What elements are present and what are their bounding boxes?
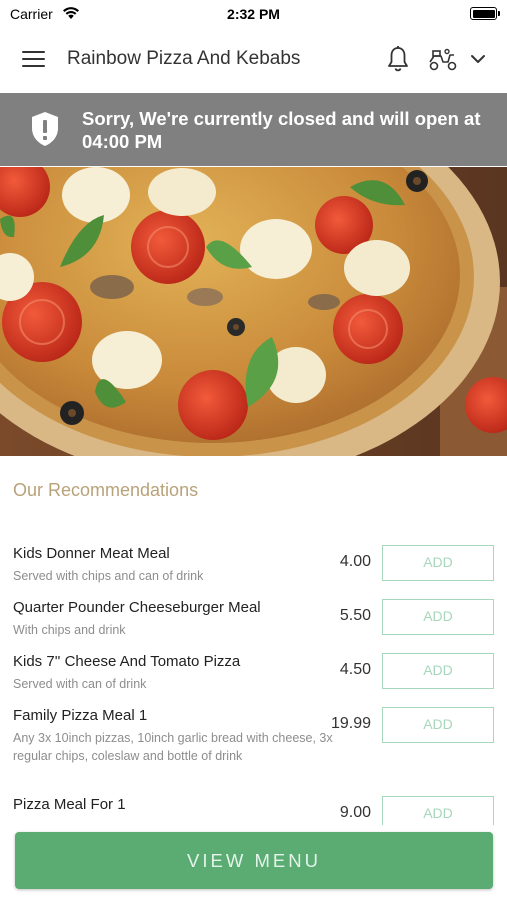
shield-exclamation-icon xyxy=(32,112,58,146)
add-button[interactable]: ADD xyxy=(382,796,494,825)
hero-pizza-image xyxy=(0,167,507,456)
view-menu-button[interactable]: VIEW MENU xyxy=(15,832,493,889)
item-name: Kids Donner Meat Meal xyxy=(13,545,170,562)
pizza-illustration xyxy=(0,167,507,456)
delivery-scooter-icon[interactable] xyxy=(428,48,458,72)
hamburger-menu-icon[interactable] xyxy=(22,51,45,69)
item-description: Served with chips and can of drink xyxy=(13,569,204,583)
battery-icon xyxy=(470,7,500,20)
clock: 2:32 PM xyxy=(227,6,280,22)
item-price: 19.99 xyxy=(330,715,371,732)
item-name: Quarter Pounder Cheeseburger Meal xyxy=(13,599,261,616)
add-button[interactable]: ADD xyxy=(382,599,494,635)
closed-message: Sorry, We're currently closed and will o… xyxy=(82,108,481,152)
item-price: 4.00 xyxy=(339,553,371,570)
closed-banner: Sorry, We're currently closed and will o… xyxy=(0,93,507,166)
item-price: 5.50 xyxy=(339,607,371,624)
add-button[interactable]: ADD xyxy=(382,707,494,743)
item-description: Any 3x 10inch pizzas, 10inch garlic brea… xyxy=(13,731,333,763)
app-header: Rainbow Pizza And Kebabs xyxy=(0,28,507,92)
add-button[interactable]: ADD xyxy=(382,545,494,581)
item-name: Kids 7'' Cheese And Tomato Pizza xyxy=(13,653,241,670)
item-name: Pizza Meal For 1 xyxy=(13,796,126,813)
item-description: With chips and drink xyxy=(13,623,126,637)
restaurant-title: Rainbow Pizza And Kebabs xyxy=(67,48,301,69)
chevron-down-icon[interactable] xyxy=(470,52,486,66)
bell-icon[interactable] xyxy=(386,45,410,73)
item-price: 9.00 xyxy=(339,804,371,821)
item-name: Family Pizza Meal 1 xyxy=(13,707,148,724)
recommendation-list: Kids Donner Meat Meal Served with chips … xyxy=(0,520,507,825)
recommendations-title: Our Recommendations xyxy=(13,480,199,500)
status-bar: Carrier 2:32 PM xyxy=(0,0,507,28)
item-description: Served with can of drink xyxy=(13,677,147,691)
item-price: 4.50 xyxy=(339,661,371,678)
add-button[interactable]: ADD xyxy=(382,653,494,689)
